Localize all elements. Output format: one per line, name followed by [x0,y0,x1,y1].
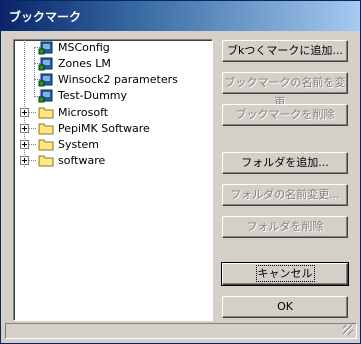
tree-item-label: Test-Dummy [58,89,128,102]
tree-item-label: PepiMK Software [58,122,150,135]
status-bar [5,323,357,339]
tree-item-label: MSConfig [58,41,110,54]
delete-folder-button[interactable]: フォルダを削除 [222,216,348,238]
cancel-button-label: キャンセル [255,265,315,282]
ok-button[interactable]: OK [222,296,348,318]
tree-child-line [34,47,35,97]
tree-item-label: System [58,138,100,151]
registry-key-icon [38,56,54,71]
resize-grip-icon[interactable] [343,325,353,335]
folder-icon [38,153,54,168]
registry-key-icon [38,72,54,87]
tree-item-label: Zones LM [58,57,111,70]
registry-key-icon [38,40,54,55]
tree-item-label: Winsock2 parameters [58,73,178,86]
bookmark-tree[interactable]: MSConfig Zones LM Winsock2 parameters Te… [13,39,213,321]
expand-toggle[interactable] [20,108,29,117]
registry-key-icon [38,88,54,103]
delete-bookmark-button[interactable]: ブックマークを削除 [222,104,348,126]
expand-toggle[interactable] [20,156,29,165]
rename-folder-button[interactable]: フォルダの名前変更... [222,184,348,206]
tree-item-label: Microsoft [58,106,109,119]
expand-toggle[interactable] [20,124,29,133]
window-title: ブックマーク [9,10,82,24]
add-folder-button[interactable]: フォルダを追加... [222,152,348,174]
tree-item-label: software [58,154,106,167]
title-bar[interactable]: ブックマーク [1,1,360,31]
folder-icon [38,137,54,152]
cancel-button[interactable]: キャンセル [221,262,349,286]
bookmark-dialog: ブックマーク MSConfig Zones LM Winsock2 parame… [0,0,361,344]
add-bookmark-button[interactable]: ブkつくマークに追加... [222,40,348,62]
folder-icon [38,121,54,136]
expand-toggle[interactable] [20,140,29,149]
folder-icon [38,105,54,120]
rename-bookmark-button[interactable]: ブックマークの名前を変更... [222,72,348,109]
